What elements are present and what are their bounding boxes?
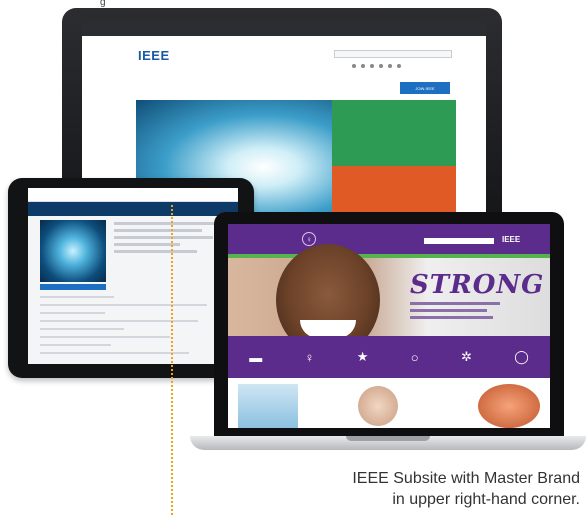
laptop-notch [346, 436, 430, 441]
join-button: JOIN IEEE [400, 82, 450, 94]
social-icon [379, 64, 383, 68]
tablet-list [40, 296, 226, 360]
subsite-icon-bar: ▬ ♀ ★ ○ ✲ ◯ [228, 336, 550, 378]
laptop: ♀ IEEE STRONG ▬ ♀ ★ ○ ✲ ◯ [214, 212, 564, 436]
social-icon [352, 64, 356, 68]
caption: IEEE Subsite with Master Brand in upper … [352, 468, 580, 510]
tablet-blue-bar [40, 284, 106, 290]
subsite-search-input [424, 238, 494, 244]
chat-icon: ◯ [514, 349, 529, 364]
master-brand-logo: IEEE [502, 235, 521, 244]
photo-thumbnail [478, 384, 540, 428]
subsite-emblem-icon: ♀ [302, 232, 316, 246]
social-icon [361, 64, 365, 68]
tablet-text-lines [114, 222, 224, 257]
green-promo-panel [332, 100, 456, 166]
square-icon: ▬ [249, 349, 263, 365]
subsite-header: ♀ IEEE [228, 224, 550, 254]
subsite-photo-row [228, 378, 550, 428]
tablet-header [28, 188, 238, 202]
caption-line-1: IEEE Subsite with Master Brand [352, 470, 580, 487]
gear-icon: ✲ [460, 349, 472, 364]
desktop-search-input [334, 50, 452, 58]
star-icon: ★ [356, 349, 369, 364]
social-icon [370, 64, 374, 68]
figure-icon: ♀ [304, 349, 315, 365]
photo-thumbnail [238, 384, 298, 428]
tablet-banner-strip [28, 202, 238, 216]
laptop-screen: ♀ IEEE STRONG ▬ ♀ ★ ○ ✲ ◯ [228, 224, 550, 428]
subsite-hero: STRONG [228, 244, 550, 356]
ieee-logo: IEEE [138, 48, 170, 63]
social-icon [388, 64, 392, 68]
annotation-leader-line [171, 205, 173, 515]
tablet-feature-image [40, 220, 106, 282]
hero-subtext [410, 302, 500, 323]
bulb-icon: ○ [410, 349, 419, 365]
hero-headline: STRONG [410, 270, 545, 300]
desktop-top-bar [82, 22, 486, 36]
caption-line-2: in upper right-hand corner. [392, 491, 580, 508]
social-icon [397, 64, 401, 68]
social-icons [352, 64, 401, 68]
photo-thumbnail [358, 386, 398, 426]
tablet-screen [28, 188, 238, 364]
